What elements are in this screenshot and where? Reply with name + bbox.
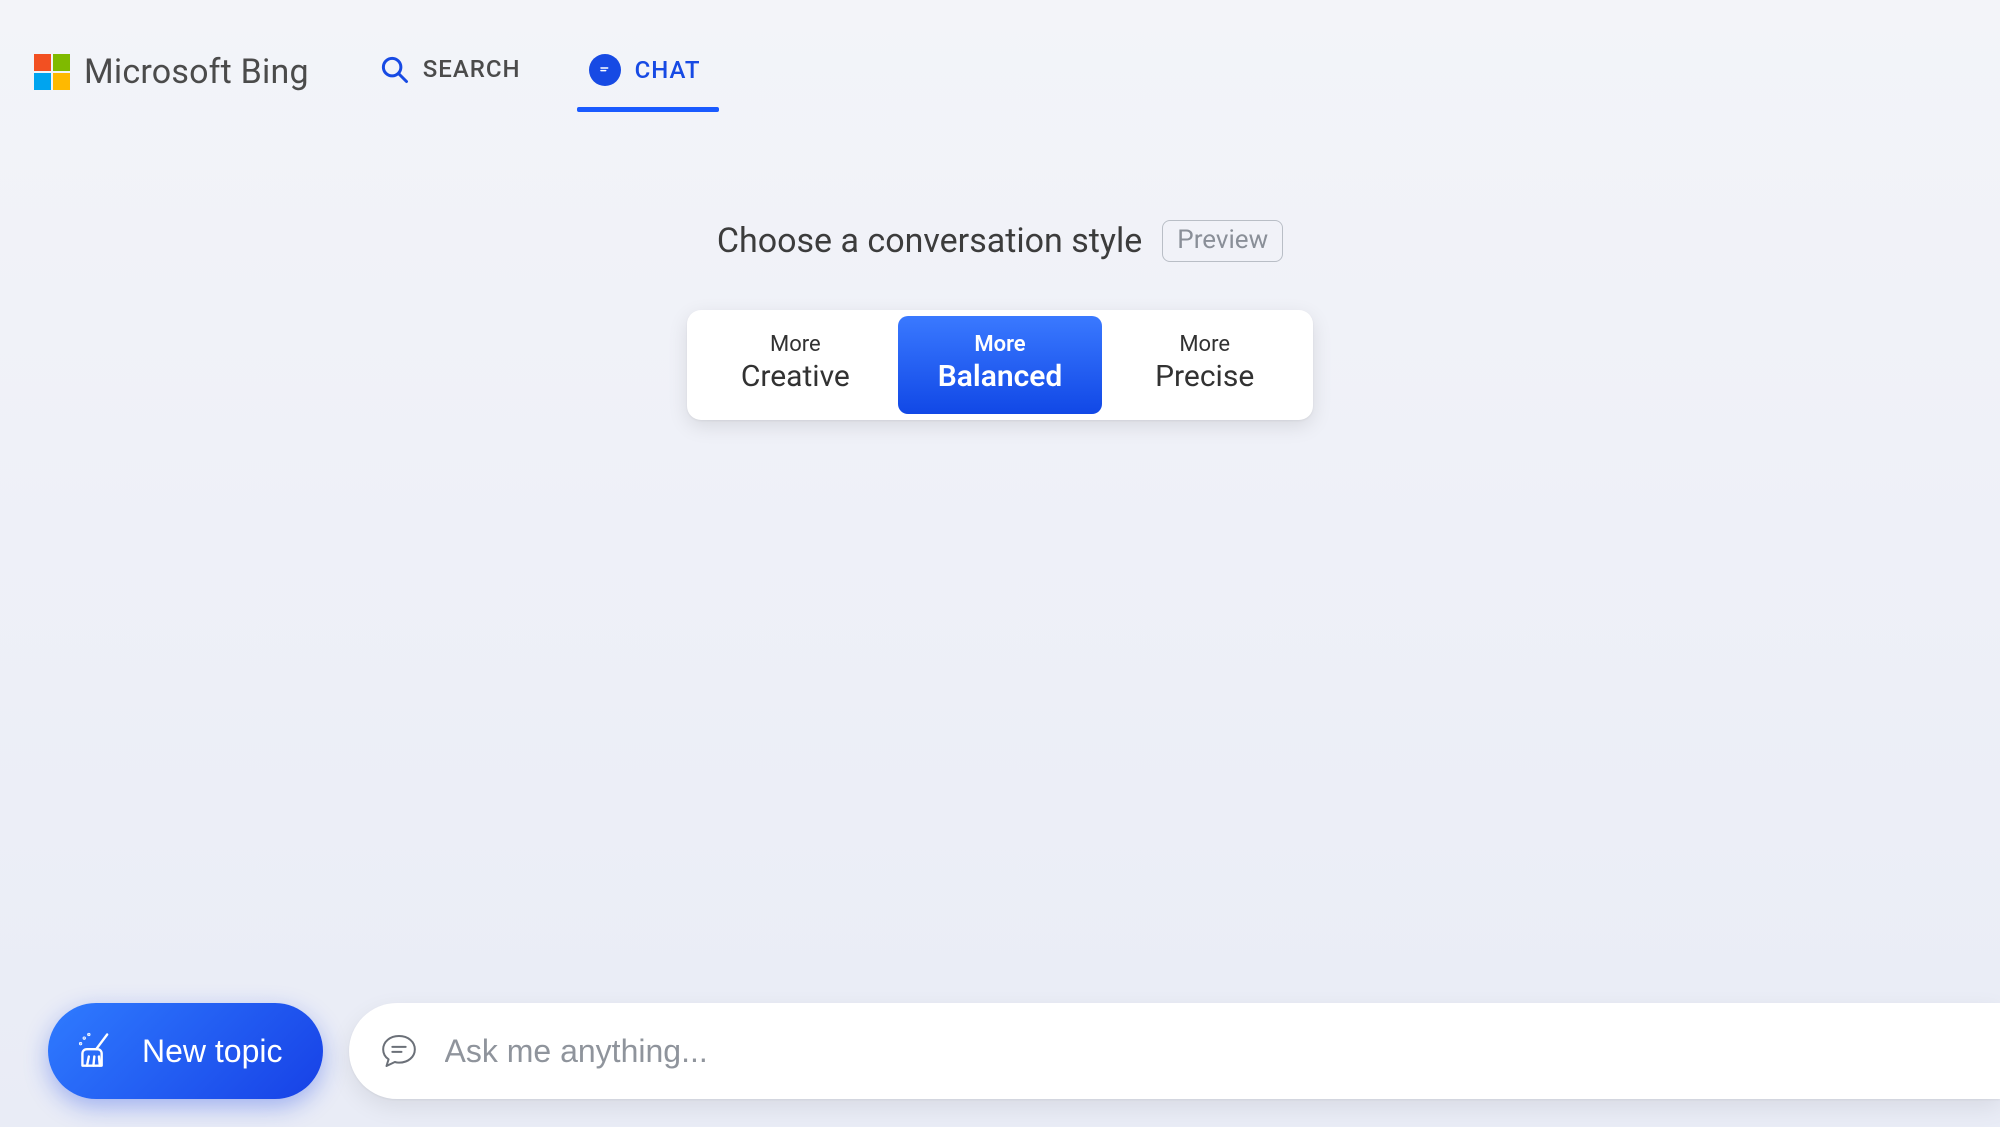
style-option-balanced[interactable]: More Balanced	[898, 316, 1103, 414]
header-nav: SEARCH CHAT	[379, 38, 701, 110]
chat-icon	[589, 54, 621, 86]
style-option-creative[interactable]: More Creative	[693, 316, 898, 414]
tab-search[interactable]: SEARCH	[379, 54, 521, 108]
microsoft-logo-icon	[34, 54, 70, 90]
broom-icon	[76, 1029, 120, 1073]
tab-chat-label: CHAT	[635, 56, 701, 84]
style-option-line1: More	[1112, 332, 1297, 357]
chat-input-container[interactable]	[349, 1003, 2000, 1099]
composer: New topic	[48, 1003, 2000, 1099]
style-option-line2: Precise	[1112, 359, 1297, 394]
style-option-precise[interactable]: More Precise	[1102, 316, 1307, 414]
preview-badge: Preview	[1162, 220, 1283, 262]
conversation-style-section: Choose a conversation style Preview More…	[0, 220, 2000, 420]
style-option-line1: More	[703, 332, 888, 357]
chat-bubble-icon	[379, 1031, 419, 1071]
style-option-line2: Creative	[703, 359, 888, 394]
chat-input[interactable]	[445, 1033, 2000, 1070]
style-heading: Choose a conversation style	[717, 221, 1142, 261]
new-topic-label: New topic	[142, 1033, 283, 1070]
header: Microsoft Bing SEARCH CHAT	[0, 0, 2000, 110]
style-heading-row: Choose a conversation style Preview	[717, 220, 1283, 262]
tab-search-label: SEARCH	[423, 55, 521, 83]
brand-name: Microsoft Bing	[84, 52, 309, 92]
style-option-line1: More	[908, 332, 1093, 357]
style-picker: More Creative More Balanced More Precise	[687, 310, 1313, 420]
style-option-line2: Balanced	[908, 359, 1093, 394]
search-icon	[379, 54, 409, 84]
new-topic-button[interactable]: New topic	[48, 1003, 323, 1099]
tab-chat[interactable]: CHAT	[589, 54, 701, 110]
brand[interactable]: Microsoft Bing	[34, 52, 309, 92]
